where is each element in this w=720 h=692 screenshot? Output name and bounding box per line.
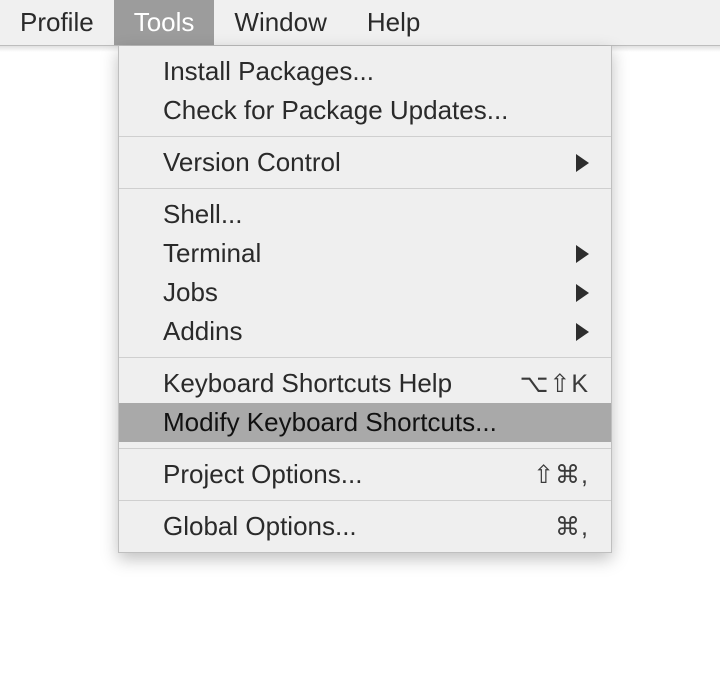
menu-item-project-options[interactable]: Project Options... ⇧⌘, (119, 455, 611, 494)
chevron-right-icon (576, 323, 589, 341)
menubar-item-tools[interactable]: Tools (114, 0, 215, 45)
menu-item-label: Addins (163, 316, 564, 347)
menu-item-label: Shell... (163, 199, 589, 230)
chevron-right-icon (576, 284, 589, 302)
tools-dropdown: Install Packages... Check for Package Up… (118, 46, 612, 553)
menu-item-label: Jobs (163, 277, 564, 308)
menu-item-label: Modify Keyboard Shortcuts... (163, 407, 589, 438)
menu-group: Keyboard Shortcuts Help ⌥⇧K Modify Keybo… (119, 357, 611, 448)
menubar-label: Window (234, 7, 326, 38)
menu-item-shortcut: ⌥⇧K (520, 369, 589, 399)
menubar-item-window[interactable]: Window (214, 0, 346, 45)
menubar: Profile Tools Window Help (0, 0, 720, 46)
menu-item-label: Version Control (163, 147, 564, 178)
menu-item-install-packages[interactable]: Install Packages... (119, 52, 611, 91)
menu-item-label: Keyboard Shortcuts Help (163, 368, 508, 399)
menu-item-terminal[interactable]: Terminal (119, 234, 611, 273)
menu-item-modify-keyboard-shortcuts[interactable]: Modify Keyboard Shortcuts... (119, 403, 611, 442)
menu-item-shortcut: ⌘, (555, 512, 589, 542)
menubar-label: Help (367, 7, 420, 38)
menubar-item-profile[interactable]: Profile (0, 0, 114, 45)
menu-group: Shell... Terminal Jobs Addins (119, 188, 611, 357)
menu-item-label: Check for Package Updates... (163, 95, 589, 126)
menu-group: Global Options... ⌘, (119, 500, 611, 552)
menu-group: Version Control (119, 136, 611, 188)
content-area: Install Packages... Check for Package Up… (0, 46, 720, 692)
menu-item-shell[interactable]: Shell... (119, 195, 611, 234)
menu-item-shortcut: ⇧⌘, (533, 460, 589, 490)
menubar-label: Tools (134, 7, 195, 38)
chevron-right-icon (576, 245, 589, 263)
menu-item-addins[interactable]: Addins (119, 312, 611, 351)
menu-item-label: Global Options... (163, 511, 543, 542)
menu-item-jobs[interactable]: Jobs (119, 273, 611, 312)
menu-item-keyboard-shortcuts-help[interactable]: Keyboard Shortcuts Help ⌥⇧K (119, 364, 611, 403)
menubar-item-help[interactable]: Help (347, 0, 440, 45)
menu-item-label: Install Packages... (163, 56, 589, 87)
menu-item-check-updates[interactable]: Check for Package Updates... (119, 91, 611, 130)
menubar-label: Profile (20, 7, 94, 38)
menu-group: Install Packages... Check for Package Up… (119, 46, 611, 136)
menu-item-version-control[interactable]: Version Control (119, 143, 611, 182)
menu-item-label: Project Options... (163, 459, 521, 490)
menu-item-global-options[interactable]: Global Options... ⌘, (119, 507, 611, 546)
menu-item-label: Terminal (163, 238, 564, 269)
chevron-right-icon (576, 154, 589, 172)
menu-group: Project Options... ⇧⌘, (119, 448, 611, 500)
